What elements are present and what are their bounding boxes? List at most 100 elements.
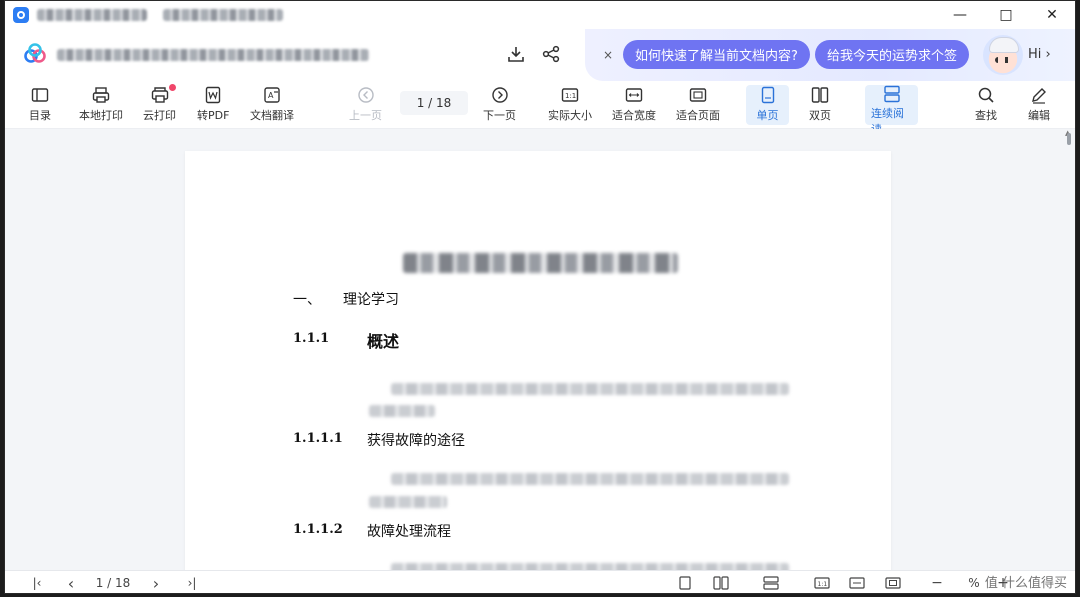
prev-page-small-button[interactable]: ‹ <box>63 574 79 593</box>
cloud-print-badge <box>169 84 176 91</box>
section-number: 一、 <box>293 292 321 308</box>
svg-text:A: A <box>268 91 274 100</box>
actual-size-label: 实际大小 <box>548 109 592 122</box>
first-page-button[interactable]: |‹ <box>27 574 47 592</box>
status-single-page-icon[interactable] <box>677 574 693 592</box>
single-page-label: 单页 <box>756 109 779 122</box>
fit-page-label: 适合页面 <box>676 109 720 122</box>
site-watermark: 值 什么值得买 <box>984 576 1067 591</box>
paragraph-redacted-3a <box>391 563 789 570</box>
single-page-button[interactable]: 单页 <box>746 85 789 125</box>
double-page-button[interactable]: 双页 <box>809 85 831 125</box>
translate-button[interactable]: A 文档翻译 <box>250 85 294 125</box>
svg-text:1:1: 1:1 <box>565 92 576 100</box>
search-icon <box>975 85 997 105</box>
section-title: 理论学习 <box>343 292 399 308</box>
edit-button[interactable]: 编辑 <box>1028 85 1050 125</box>
title-bar: — □ ✕ <box>5 1 1075 29</box>
to-pdf-button[interactable]: 转PDF <box>197 85 229 125</box>
toc-button[interactable]: 目录 <box>29 85 51 125</box>
fit-page-button[interactable]: 适合页面 <box>676 85 720 125</box>
ai-mascot-avatar[interactable] <box>983 35 1023 75</box>
fit-width-icon <box>623 85 645 105</box>
fit-width-button[interactable]: 适合宽度 <box>612 85 656 125</box>
hi-label: Hi <box>1028 47 1042 62</box>
next-page-small-button[interactable]: › <box>148 574 164 593</box>
zoom-out-button[interactable]: − <box>929 574 945 592</box>
zoom-value[interactable]: % <box>963 574 985 592</box>
maximize-button[interactable]: □ <box>983 1 1029 29</box>
app-logo-icon <box>13 7 29 23</box>
scrollbar-thumb[interactable] <box>1067 133 1071 145</box>
window-title-redacted-2 <box>163 9 283 21</box>
heading-3-title: 故障处理流程 <box>367 524 451 540</box>
document-canvas[interactable]: 一、 理论学习 1.1.1 概述 1.1.1.1 获得故障的途径 1.1.1.2… <box>5 129 1065 570</box>
pdf-convert-icon <box>202 85 224 105</box>
pencil-icon <box>1028 85 1050 105</box>
status-fit-width-icon[interactable] <box>848 574 866 592</box>
to-pdf-label: 转PDF <box>197 109 230 122</box>
ai-question-summary-button[interactable]: 如何快速了解当前文档内容? <box>623 40 810 69</box>
prev-page-label: 上一页 <box>349 109 382 122</box>
ai-assistant-bar: × 如何快速了解当前文档内容? 给我今天的运势求个签 Hi › <box>585 29 1075 81</box>
find-button[interactable]: 查找 <box>975 85 997 125</box>
next-page-button[interactable]: 下一页 <box>483 85 516 125</box>
next-page-label: 下一页 <box>483 109 516 122</box>
baidu-netdisk-logo-icon <box>24 43 46 63</box>
paragraph-redacted-1a <box>391 383 789 395</box>
heading-2-title: 获得故障的途径 <box>367 433 465 449</box>
continuous-reading-button[interactable]: 连续阅读 <box>865 85 918 136</box>
page-number-input[interactable]: 1 / 18 <box>400 91 468 115</box>
ai-bar-close-button[interactable]: × <box>599 46 617 64</box>
chevron-right-circle-icon <box>489 85 511 105</box>
download-icon[interactable] <box>505 43 527 65</box>
double-page-icon <box>809 85 831 105</box>
prev-page-button[interactable]: 上一页 <box>349 85 382 125</box>
chevron-left-circle-icon <box>355 85 377 105</box>
paragraph-redacted-1b <box>369 405 435 417</box>
status-double-page-icon[interactable] <box>712 574 730 592</box>
continuous-reading-icon <box>881 85 903 103</box>
heading-1-number: 1.1.1 <box>293 331 330 346</box>
document-title-redacted <box>57 49 369 61</box>
single-page-icon <box>757 85 779 105</box>
document-header: × 如何快速了解当前文档内容? 给我今天的运势求个签 Hi › <box>5 29 1075 81</box>
actual-size-icon: 1:1 <box>559 85 581 105</box>
last-page-button[interactable]: ›| <box>181 574 203 592</box>
status-continuous-icon[interactable] <box>762 574 780 592</box>
status-page-indicator[interactable]: 1 / 18 <box>93 574 133 592</box>
heading-1-title: 概述 <box>367 332 400 351</box>
ai-hi-button[interactable]: Hi › <box>1028 47 1051 62</box>
status-fit-page-icon[interactable] <box>884 574 902 592</box>
reader-toolbar: 目录 本地打印 云打印 转PDF A 文档翻译 上一页 1 / 18 下一页 1… <box>5 81 1075 136</box>
edit-label: 编辑 <box>1028 109 1050 122</box>
status-actual-size-icon[interactable]: 1:1 <box>813 574 831 592</box>
fit-width-label: 适合宽度 <box>612 109 656 122</box>
app-window: — □ ✕ × 如何快速了解当前文档内容? 给我今天的运势求个签 Hi › 目录… <box>4 0 1076 594</box>
heading-2-number: 1.1.1.1 <box>293 431 343 446</box>
find-label: 查找 <box>975 109 997 122</box>
vertical-scrollbar[interactable]: ▲ <box>1063 129 1075 570</box>
paragraph-redacted-2a <box>391 473 789 485</box>
ai-question-fortune-button[interactable]: 给我今天的运势求个签 <box>815 40 970 69</box>
translate-icon: A <box>261 85 283 105</box>
document-page: 一、 理论学习 1.1.1 概述 1.1.1.1 获得故障的途径 1.1.1.2… <box>185 151 891 570</box>
window-controls: — □ ✕ <box>937 1 1075 29</box>
cloud-print-button[interactable]: 云打印 <box>143 85 176 125</box>
window-title-redacted <box>37 9 147 21</box>
local-print-button[interactable]: 本地打印 <box>79 85 123 125</box>
local-print-label: 本地打印 <box>79 109 123 122</box>
close-window-button[interactable]: ✕ <box>1029 1 1075 29</box>
paragraph-redacted-2b <box>369 496 447 508</box>
chevron-right-icon: › <box>1045 47 1051 62</box>
minimize-button[interactable]: — <box>937 1 983 29</box>
cloud-printer-icon <box>149 85 171 105</box>
share-icon[interactable] <box>540 43 562 65</box>
fit-page-icon <box>687 85 709 105</box>
document-main-title-redacted <box>403 253 678 273</box>
heading-3-number: 1.1.1.2 <box>293 522 343 537</box>
translate-label: 文档翻译 <box>250 109 294 122</box>
cloud-print-label: 云打印 <box>143 109 176 122</box>
actual-size-button[interactable]: 1:1 实际大小 <box>548 85 592 125</box>
toc-icon <box>29 85 51 105</box>
